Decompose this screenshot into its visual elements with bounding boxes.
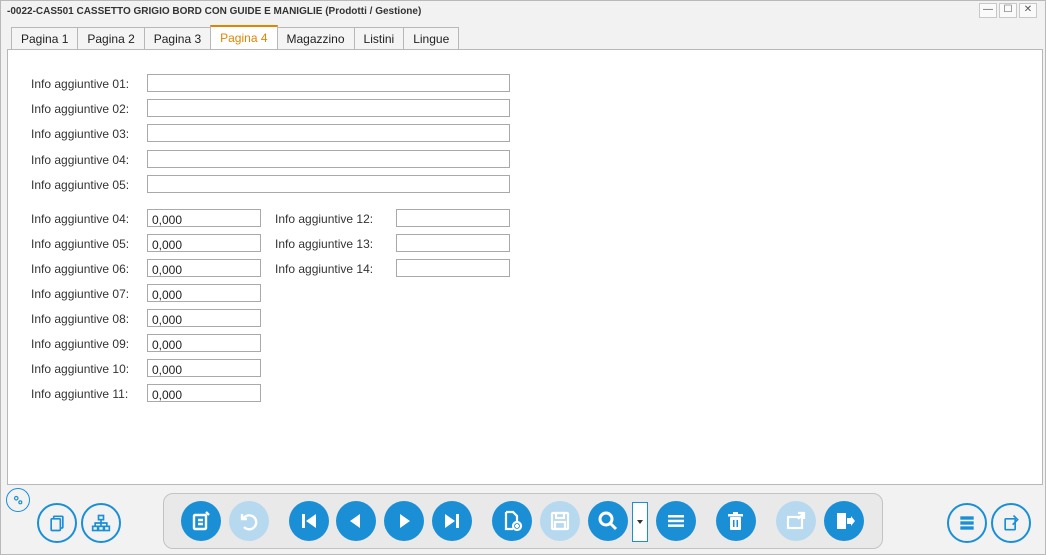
info-04-num-label: Info aggiuntive 04: — [31, 212, 130, 226]
tab-pagina-3[interactable]: Pagina 3 — [143, 27, 212, 49]
maximize-button[interactable]: ☐ — [999, 3, 1017, 18]
info-13-label: Info aggiuntive 13: — [275, 237, 374, 251]
info-09-input[interactable]: 0,000 — [147, 334, 261, 352]
info-11-label: Info aggiuntive 11: — [31, 387, 129, 401]
list-icon[interactable] — [656, 501, 696, 541]
info-12-input[interactable] — [396, 209, 510, 227]
info-05-num-label: Info aggiuntive 05: — [31, 237, 130, 251]
copy-icon[interactable] — [37, 503, 77, 543]
first-record-icon[interactable] — [289, 501, 329, 541]
info-05-text-input[interactable] — [147, 175, 510, 193]
window-title: -0022-CAS501 CASSETTO GRIGIO BORD CON GU… — [7, 6, 422, 17]
export-icon[interactable] — [776, 501, 816, 541]
edit-icon[interactable] — [181, 501, 221, 541]
delete-icon[interactable] — [716, 501, 756, 541]
info-06-input[interactable]: 0,000 — [147, 259, 261, 277]
tab-bar: Pagina 1 Pagina 2 Pagina 3 Pagina 4 Maga… — [11, 25, 460, 51]
tab-panel: Info aggiuntive 01: Info aggiuntive 02: … — [7, 49, 1043, 485]
info-07-label: Info aggiuntive 07: — [31, 287, 130, 301]
settings-icon[interactable] — [6, 488, 30, 512]
tab-magazzino[interactable]: Magazzino — [276, 27, 355, 49]
info-10-label: Info aggiuntive 10: — [31, 362, 130, 376]
tab-pagina-4[interactable]: Pagina 4 — [210, 25, 278, 49]
info-02-input[interactable] — [147, 99, 510, 117]
info-14-label: Info aggiuntive 14: — [275, 262, 374, 276]
info-10-input[interactable]: 0,000 — [147, 359, 261, 377]
close-button[interactable]: ✕ — [1019, 3, 1037, 18]
info-04-text-input[interactable] — [147, 150, 510, 168]
info-02-label: Info aggiuntive 02: — [31, 102, 130, 116]
info-03-input[interactable] — [147, 124, 510, 142]
chevron-down-icon — [637, 520, 643, 524]
tab-lingue[interactable]: Lingue — [403, 27, 460, 49]
database-icon[interactable] — [947, 503, 987, 543]
info-08-input[interactable]: 0,000 — [147, 309, 261, 327]
info-09-label: Info aggiuntive 09: — [31, 337, 130, 351]
tab-listini[interactable]: Listini — [353, 27, 405, 49]
info-01-label: Info aggiuntive 01: — [31, 77, 130, 91]
tab-pagina-1[interactable]: Pagina 1 — [11, 27, 79, 49]
info-11-input[interactable]: 0,000 — [147, 384, 261, 402]
search-icon[interactable] — [588, 501, 628, 541]
info-04-num-input[interactable]: 0,000 — [147, 209, 261, 227]
info-05-text-label: Info aggiuntive 05: — [31, 178, 130, 192]
info-04-text-label: Info aggiuntive 04: — [31, 153, 130, 167]
hierarchy-icon[interactable] — [81, 503, 121, 543]
exit-icon[interactable] — [824, 501, 864, 541]
last-record-icon[interactable] — [432, 501, 472, 541]
tab-pagina-2[interactable]: Pagina 2 — [77, 27, 145, 49]
minimize-button[interactable]: — — [979, 3, 997, 18]
search-dropdown[interactable] — [632, 502, 648, 542]
save-icon[interactable] — [540, 501, 580, 541]
info-06-label: Info aggiuntive 06: — [31, 262, 130, 276]
info-03-label: Info aggiuntive 03: — [31, 127, 130, 141]
info-05-num-input[interactable]: 0,000 — [147, 234, 261, 252]
previous-record-icon[interactable] — [336, 501, 376, 541]
window-controls: — ☐ ✕ — [979, 3, 1037, 18]
info-14-input[interactable] — [396, 259, 510, 277]
info-13-input[interactable] — [396, 234, 510, 252]
info-07-input[interactable]: 0,000 — [147, 284, 261, 302]
window: -0022-CAS501 CASSETTO GRIGIO BORD CON GU… — [0, 0, 1046, 555]
info-01-input[interactable] — [147, 74, 510, 92]
info-08-label: Info aggiuntive 08: — [31, 312, 130, 326]
next-record-icon[interactable] — [384, 501, 424, 541]
new-icon[interactable] — [991, 503, 1031, 543]
info-12-label: Info aggiuntive 12: — [275, 212, 374, 226]
new-document-icon[interactable] — [492, 501, 532, 541]
title-bar: -0022-CAS501 CASSETTO GRIGIO BORD CON GU… — [1, 1, 1045, 23]
undo-icon[interactable] — [229, 501, 269, 541]
